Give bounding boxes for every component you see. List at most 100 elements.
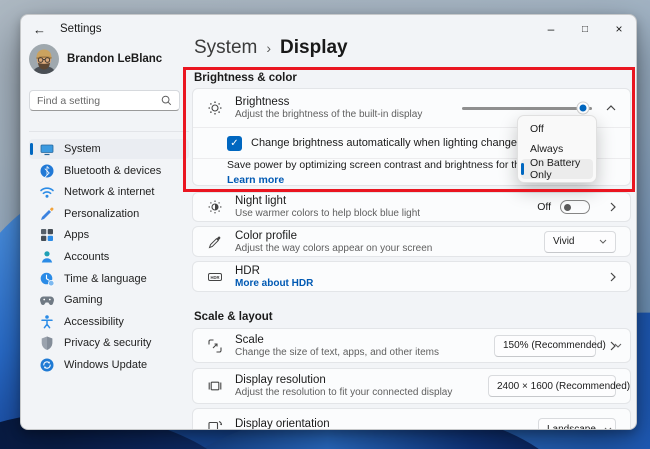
brightness-icon	[207, 100, 223, 116]
apps-icon	[39, 227, 55, 243]
sidebar-item-label: Time & language	[64, 273, 147, 285]
sidebar-divider	[29, 131, 189, 132]
time-language-icon	[39, 271, 55, 287]
color-profile-select[interactable]: Vivid	[544, 231, 616, 253]
flyout-option-always[interactable]: Always	[521, 139, 593, 159]
sidebar-item-label: Accounts	[64, 251, 109, 263]
select-value: 2400 × 1600 (Recommended)	[497, 381, 630, 392]
slider-thumb[interactable]	[577, 103, 588, 114]
row-description: Change the size of text, apps, and other…	[235, 347, 439, 358]
sidebar-item-accounts[interactable]: Accounts	[29, 247, 189, 267]
svg-text:HDR: HDR	[210, 275, 219, 280]
sidebar-item-accessibility[interactable]: Accessibility	[29, 312, 189, 332]
display-resolution-row: Display resolution Adjust the resolution…	[192, 368, 631, 404]
page-title: Display	[280, 37, 348, 59]
search-icon	[161, 95, 172, 106]
sidebar-item-privacy[interactable]: Privacy & security	[29, 333, 189, 353]
row-title: Brightness	[235, 96, 422, 108]
sidebar-nav: System Bluetooth & devices Network & int…	[29, 139, 189, 377]
sidebar-item-gaming[interactable]: Gaming	[29, 290, 189, 310]
scale-row[interactable]: Scale Change the size of text, apps, and…	[192, 328, 631, 363]
selection-indicator	[30, 143, 33, 155]
minimize-icon[interactable]: –	[534, 15, 568, 43]
chevron-right-icon	[610, 202, 616, 212]
display-resolution-icon	[207, 378, 223, 394]
window-title: Settings	[60, 23, 102, 35]
sidebar-item-personalization[interactable]: Personalization	[29, 204, 189, 224]
sidebar: Brandon LeBlanc System Bluetoo	[29, 43, 201, 429]
brightness-slider[interactable]	[462, 101, 592, 115]
more-about-hdr-link[interactable]: More about HDR	[235, 278, 313, 289]
scale-select[interactable]: 150% (Recommended)	[494, 335, 596, 357]
sidebar-item-label: Windows Update	[64, 359, 147, 371]
scale-icon	[207, 338, 223, 354]
accessibility-icon	[39, 314, 55, 330]
row-title: Scale	[235, 334, 439, 346]
settings-window: ← Settings – □ ×	[20, 14, 637, 430]
night-light-row[interactable]: Night light Use warmer colors to help bl…	[192, 192, 631, 222]
close-icon[interactable]: ×	[602, 15, 636, 43]
sidebar-item-label: Personalization	[64, 208, 139, 220]
row-title: Display resolution	[235, 374, 452, 386]
section-label-brightness-color: Brightness & color	[194, 72, 297, 84]
sidebar-item-system[interactable]: System	[29, 139, 189, 159]
personalization-icon	[39, 206, 55, 222]
network-icon	[39, 184, 55, 200]
system-icon	[39, 141, 55, 157]
hdr-row[interactable]: HDR HDR More about HDR	[192, 261, 631, 292]
row-description: Use warmer colors to help block blue lig…	[235, 208, 420, 219]
select-value: 150% (Recommended)	[503, 340, 606, 351]
sidebar-item-label: Accessibility	[64, 316, 124, 328]
display-orientation-row: Display orientation Landscape	[192, 408, 631, 430]
breadcrumb-parent[interactable]: System	[194, 37, 257, 59]
select-value: Vivid	[553, 236, 575, 247]
row-description: Adjust the way colors appear on your scr…	[235, 243, 432, 254]
sidebar-item-label: Privacy & security	[64, 337, 151, 349]
sidebar-item-bluetooth[interactable]: Bluetooth & devices	[29, 161, 189, 181]
row-title: Night light	[235, 195, 420, 207]
chevron-up-icon[interactable]	[606, 105, 616, 111]
avatar	[29, 44, 59, 74]
sidebar-item-time-language[interactable]: Time & language	[29, 269, 189, 289]
option-label: Off	[530, 123, 544, 135]
display-orientation-select[interactable]: Landscape	[538, 418, 616, 430]
flyout-option-on-battery-only[interactable]: On Battery Only	[521, 159, 593, 179]
sidebar-item-windows-update[interactable]: Windows Update	[29, 355, 189, 375]
sidebar-item-label: Bluetooth & devices	[64, 165, 161, 177]
sidebar-item-label: Network & internet	[64, 186, 154, 198]
row-description: Adjust the resolution to fit your connec…	[235, 387, 452, 398]
window-controls: – □ ×	[534, 15, 636, 43]
display-resolution-select[interactable]: 2400 × 1600 (Recommended)	[488, 375, 616, 397]
search-input[interactable]	[37, 95, 161, 107]
maximize-icon[interactable]: □	[568, 15, 602, 43]
flyout-option-off[interactable]: Off	[521, 119, 593, 139]
user-profile[interactable]: Brandon LeBlanc	[29, 44, 162, 74]
accounts-icon	[39, 249, 55, 265]
color-profile-icon	[207, 234, 223, 250]
display-orientation-icon	[207, 418, 223, 430]
night-light-icon	[207, 199, 223, 215]
sidebar-item-label: Apps	[64, 229, 89, 241]
night-light-toggle[interactable]	[560, 200, 590, 214]
checkbox-label: Change brightness automatically when lig…	[251, 137, 523, 149]
row-description: Adjust the brightness of the built-in di…	[235, 109, 422, 120]
sidebar-item-network[interactable]: Network & internet	[29, 182, 189, 202]
sidebar-item-label: Gaming	[64, 294, 103, 306]
back-icon[interactable]: ←	[33, 22, 46, 37]
option-label: On Battery Only	[530, 157, 593, 181]
gaming-icon	[39, 292, 55, 308]
sidebar-item-apps[interactable]: Apps	[29, 225, 189, 245]
selection-indicator	[521, 163, 524, 175]
dropdown-flyout: Off Always On Battery Only	[517, 115, 597, 183]
toggle-state-label: Off	[537, 201, 551, 213]
checkbox-checked[interactable]: ✓	[227, 136, 242, 151]
hdr-icon: HDR	[207, 269, 223, 285]
search-box[interactable]	[29, 90, 180, 111]
chevron-down-icon	[599, 239, 607, 244]
toggle-knob	[564, 204, 571, 211]
bluetooth-icon	[39, 163, 55, 179]
color-profile-row: Color profile Adjust the way colors appe…	[192, 226, 631, 257]
section-label-scale-layout: Scale & layout	[194, 311, 273, 323]
windows-update-icon	[39, 357, 55, 373]
user-name: Brandon LeBlanc	[67, 53, 162, 65]
